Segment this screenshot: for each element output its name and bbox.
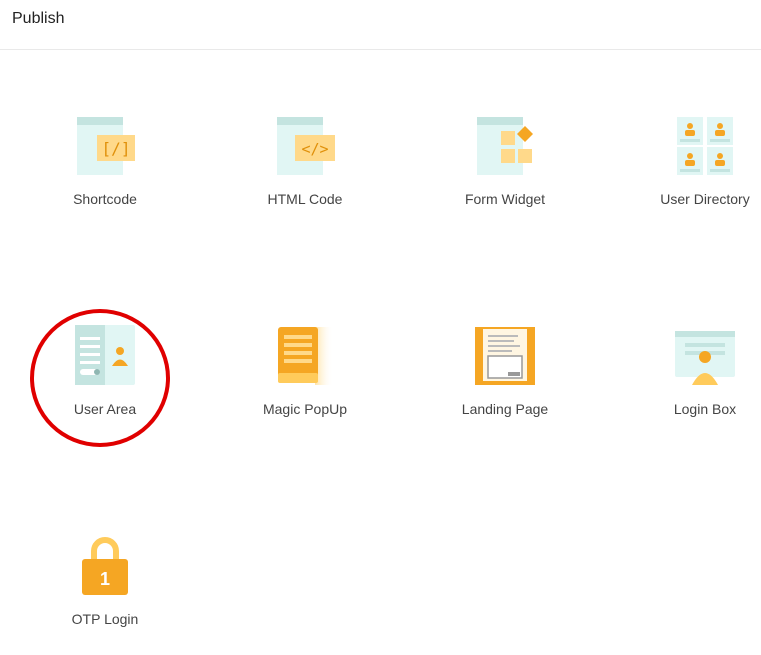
publish-option-html-code[interactable]: </> HTML Code [230, 115, 380, 235]
publish-option-login-box[interactable]: Login Box [630, 325, 761, 445]
publish-option-shortcode[interactable]: [/] Shortcode [30, 115, 180, 235]
publish-option-otp-login[interactable]: 1 OTP Login [30, 535, 180, 655]
option-label: OTP Login [71, 611, 139, 627]
option-label: User Area [73, 401, 137, 417]
magic-popup-icon [278, 327, 333, 385]
page-title: Publish [12, 10, 65, 27]
landing-page-icon [475, 327, 535, 385]
option-label: HTML Code [267, 191, 343, 207]
option-label: Form Widget [464, 191, 546, 207]
publish-option-landing-page[interactable]: Landing Page [430, 325, 580, 445]
html-code-icon: </> [277, 117, 335, 175]
publish-option-magic-popup[interactable]: Magic PopUp [230, 325, 380, 445]
user-area-icon [75, 325, 135, 385]
otp-badge-digit: 1 [99, 569, 110, 589]
form-widget-icon [477, 117, 533, 175]
svg-text:[/]: [/] [102, 139, 131, 158]
option-label: User Directory [660, 191, 750, 207]
login-box-icon [675, 331, 735, 385]
shortcode-icon: [/] [77, 117, 135, 175]
publish-option-form-widget[interactable]: Form Widget [430, 115, 580, 235]
option-label: Login Box [673, 401, 737, 417]
svg-text:</>: </> [301, 140, 328, 158]
publish-option-user-area[interactable]: User Area [30, 325, 180, 445]
option-label: Landing Page [461, 401, 549, 417]
publish-header: Publish [0, 0, 761, 50]
user-directory-icon [677, 117, 733, 175]
option-label: Magic PopUp [262, 401, 348, 417]
publish-option-user-directory[interactable]: User Directory [630, 115, 761, 235]
option-label: Shortcode [73, 191, 137, 207]
